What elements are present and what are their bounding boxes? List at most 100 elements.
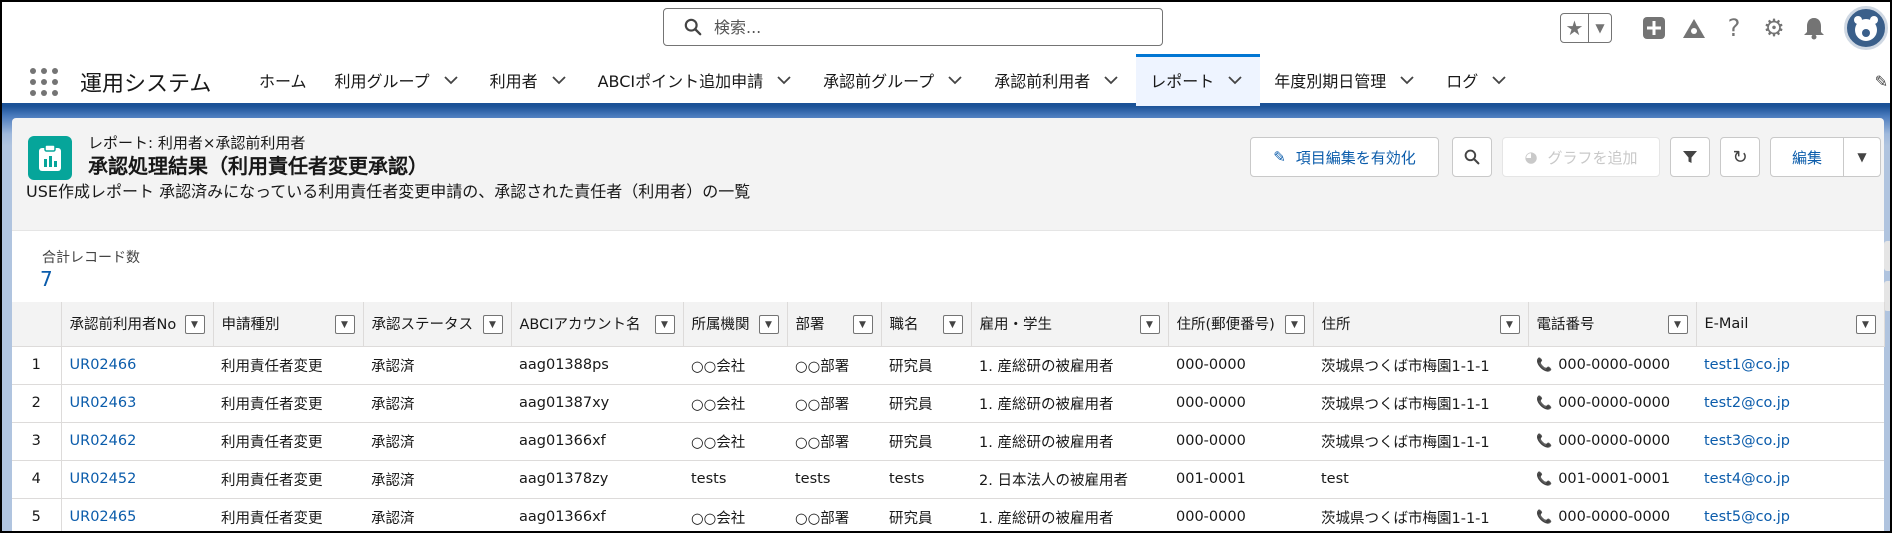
table-cell: aag01366xf <box>511 422 683 461</box>
column-header[interactable]: 電話番号 ▼ <box>1528 302 1697 347</box>
column-header-label: E-Mail <box>1704 315 1749 332</box>
column-header[interactable]: 雇用・学生 ▼ <box>971 302 1169 347</box>
column-menu-icon[interactable]: ▼ <box>1499 315 1520 334</box>
phone-number[interactable]: 000-0000-0000 <box>1558 509 1670 525</box>
nav-tab-6[interactable]: レポート <box>1136 54 1261 106</box>
search-input[interactable] <box>714 17 1114 37</box>
star-icon[interactable]: ★ <box>1561 14 1589 42</box>
chevron-down-icon[interactable] <box>773 75 795 85</box>
chevron-down-icon[interactable] <box>944 75 966 85</box>
search-icon <box>1464 149 1480 165</box>
chevron-down-icon[interactable] <box>1488 75 1510 85</box>
phone-cell[interactable]: 📞 000-0000-0000 <box>1528 384 1696 423</box>
column-menu-icon[interactable]: ▼ <box>184 315 205 334</box>
phone-number[interactable]: 000-0000-0000 <box>1558 395 1670 411</box>
chevron-down-icon[interactable] <box>1100 75 1122 85</box>
record-link[interactable]: UR02463 <box>61 384 213 423</box>
table-cell: ○○部署 <box>787 422 881 461</box>
column-header[interactable]: 部署 ▼ <box>787 302 882 347</box>
chevron-down-icon[interactable] <box>1396 75 1418 85</box>
email-link[interactable]: test5@co.jp <box>1696 498 1884 531</box>
add-chart-button[interactable]: ◕ グラフを追加 <box>1502 137 1660 177</box>
column-menu-icon[interactable]: ▼ <box>1284 315 1305 334</box>
gear-icon[interactable]: ⚙ <box>1754 8 1794 48</box>
column-header[interactable]: 職名 ▼ <box>881 302 972 347</box>
user-avatar[interactable] <box>1844 6 1888 50</box>
edit-nav-icon[interactable]: ✎ <box>1875 72 1888 91</box>
global-search[interactable] <box>663 8 1163 46</box>
column-header[interactable]: 申請種別 ▼ <box>213 302 364 347</box>
utility-icons: ★ ▼ ? ⚙ <box>1560 6 1890 50</box>
phone-number[interactable]: 001-0001-0001 <box>1558 471 1670 487</box>
phone-cell[interactable]: 📞 000-0000-0000 <box>1528 346 1696 385</box>
total-records-value: 7 <box>40 267 53 291</box>
column-header[interactable]: 承認ステータス ▼ <box>363 302 512 347</box>
column-menu-icon[interactable]: ▼ <box>334 315 355 334</box>
column-header[interactable]: E-Mail ▼ <box>1696 302 1885 347</box>
chevron-down-icon[interactable] <box>440 75 462 85</box>
nav-tab-2[interactable]: 利用者 <box>476 54 584 106</box>
column-header[interactable]: 承認前利用者No ▼ <box>61 302 214 347</box>
record-link[interactable]: UR02452 <box>61 460 213 499</box>
nav-tab-8[interactable]: ログ <box>1432 54 1524 106</box>
side-panel-tabs[interactable] <box>1884 241 1890 321</box>
nav-tab-4[interactable]: 承認前グループ <box>809 54 980 106</box>
table-cell: 001-0001 <box>1168 460 1313 499</box>
nav-tab-0[interactable]: ホーム <box>245 54 321 106</box>
column-menu-icon[interactable]: ▼ <box>482 315 503 334</box>
table-cell: aag01388ps <box>511 346 683 385</box>
record-link[interactable]: UR02462 <box>61 422 213 461</box>
column-header[interactable]: 住所 ▼ <box>1313 302 1529 347</box>
nav-tab-7[interactable]: 年度別期日管理 <box>1260 54 1432 106</box>
help-icon[interactable]: ? <box>1714 8 1754 48</box>
email-link[interactable]: test2@co.jp <box>1696 384 1884 423</box>
filter-button[interactable] <box>1670 137 1710 177</box>
phone-cell[interactable]: 📞 000-0000-0000 <box>1528 422 1696 461</box>
edit-button[interactable]: 編集 <box>1770 137 1844 177</box>
column-header[interactable]: 所属機関 ▼ <box>683 302 788 347</box>
navigation-bar: 運用システム ホーム 利用グループ 利用者 ABCIポイント追加申請 承認前グループ 承認… <box>2 54 1890 106</box>
email-link[interactable]: test3@co.jp <box>1696 422 1884 461</box>
record-link[interactable]: UR02466 <box>61 346 213 385</box>
phone-number[interactable]: 000-0000-0000 <box>1558 357 1670 373</box>
table-row: 5 UR02465 利用責任者変更 承認済 aag01366xf ○○会社 ○○部署 研究員 1… <box>12 498 1884 531</box>
search-report-button[interactable] <box>1452 137 1492 177</box>
nav-tab-label: ABCIポイント追加申請 <box>597 72 764 91</box>
chevron-down-icon[interactable] <box>1224 75 1246 85</box>
nav-tab-1[interactable]: 利用グループ <box>321 54 476 106</box>
table-row: 4 UR02452 利用責任者変更 承認済 aag01378zy tests tests te… <box>12 460 1884 499</box>
column-header[interactable]: ABCIアカウント名 ▼ <box>511 302 684 347</box>
phone-cell[interactable]: 📞 000-0000-0000 <box>1528 498 1696 531</box>
chevron-down-icon[interactable] <box>548 75 570 85</box>
email-link[interactable]: test4@co.jp <box>1696 460 1884 499</box>
record-link[interactable]: UR02465 <box>61 498 213 531</box>
add-icon[interactable] <box>1634 8 1674 48</box>
column-menu-icon[interactable]: ▼ <box>1667 315 1688 334</box>
column-menu-icon[interactable]: ▼ <box>1139 315 1160 334</box>
refresh-button[interactable]: ↻ <box>1720 137 1760 177</box>
app-launcher-icon[interactable] <box>30 68 58 96</box>
column-menu-icon[interactable]: ▼ <box>758 315 779 334</box>
column-menu-icon[interactable]: ▼ <box>1855 315 1876 334</box>
column-menu-icon[interactable]: ▼ <box>654 315 675 334</box>
table-cell: 研究員 <box>881 498 971 531</box>
nav-tab-5[interactable]: 承認前利用者 <box>980 54 1136 106</box>
enable-inline-edit-button[interactable]: ✎ 項目編集を有効化 <box>1250 137 1439 177</box>
chevron-down-icon[interactable]: ▼ <box>1589 14 1611 42</box>
phone-number[interactable]: 000-0000-0000 <box>1558 433 1670 449</box>
column-menu-icon[interactable]: ▼ <box>942 315 963 334</box>
table-cell: 2. 日本法人の被雇用者 <box>971 460 1168 499</box>
bell-icon[interactable] <box>1794 8 1834 48</box>
email-link[interactable]: test1@co.jp <box>1696 346 1884 385</box>
column-header[interactable]: 住所(郵便番号) ▼ <box>1168 302 1314 347</box>
table-cell: ○○部署 <box>787 498 881 531</box>
edit-menu-button[interactable]: ▼ <box>1843 137 1881 177</box>
nav-tab-3[interactable]: ABCIポイント追加申請 <box>584 54 810 106</box>
column-header-label: 所属機関 <box>691 317 750 334</box>
trailhead-icon[interactable] <box>1674 8 1714 48</box>
nav-tabs: ホーム 利用グループ 利用者 ABCIポイント追加申請 承認前グループ 承認前利用者 レポー… <box>245 54 1524 106</box>
table-cell: ○○会社 <box>683 422 787 461</box>
phone-cell[interactable]: 📞 001-0001-0001 <box>1528 460 1696 499</box>
column-header-label: ABCIアカウント名 <box>519 317 641 334</box>
column-menu-icon[interactable]: ▼ <box>852 315 873 334</box>
